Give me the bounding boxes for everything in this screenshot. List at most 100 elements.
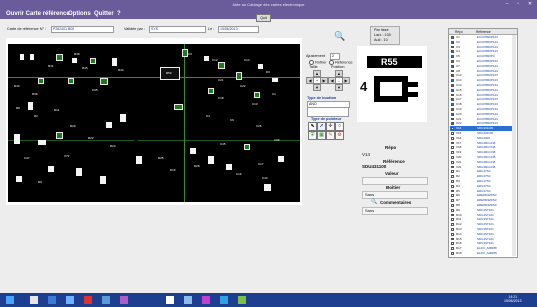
- menu-quit[interactable]: Quitter: [94, 11, 114, 17]
- quit-button[interactable]: Quit: [256, 14, 271, 22]
- taskbar-app-icon[interactable]: [102, 296, 110, 304]
- row-checkbox[interactable]: [451, 223, 454, 226]
- menu-help[interactable]: ?: [117, 11, 121, 17]
- component-list[interactable]: Répo Référence C1 ECCP8R0P123 C2 ECCP8R0P12…: [448, 28, 518, 258]
- position-down-button[interactable]: ▼: [335, 84, 343, 91]
- list-scrollbar[interactable]: [512, 35, 516, 256]
- row-checkbox[interactable]: [451, 256, 454, 257]
- boitier-field[interactable]: Sans: [362, 191, 428, 199]
- taskbar-app-icon[interactable]: [120, 296, 128, 304]
- row-checkbox[interactable]: [451, 204, 454, 207]
- pencil-icon[interactable]: ✎: [326, 131, 335, 140]
- row-checkbox[interactable]: [451, 218, 454, 222]
- adjust-value[interactable]: 2: [330, 53, 340, 60]
- gear-icon[interactable]: ⚙: [335, 131, 344, 140]
- row-checkbox[interactable]: [451, 160, 454, 164]
- row-checkbox[interactable]: [451, 146, 454, 150]
- column-reference[interactable]: Référence: [476, 30, 491, 34]
- row-checkbox[interactable]: [451, 175, 454, 178]
- taskbar-app-icon[interactable]: [220, 296, 228, 304]
- taskbar-app-icon[interactable]: [202, 296, 210, 304]
- row-checkbox[interactable]: [451, 228, 454, 231]
- taskbar-app-icon[interactable]: [66, 296, 74, 304]
- zoom-out-button[interactable]: –: [335, 77, 343, 84]
- column-repo[interactable]: Répo: [455, 30, 463, 34]
- row-checkbox[interactable]: [451, 208, 454, 212]
- row-checkbox[interactable]: [451, 199, 454, 202]
- row-checkbox[interactable]: [451, 122, 454, 126]
- row-checkbox[interactable]: [451, 112, 454, 116]
- row-checkbox[interactable]: [451, 151, 454, 154]
- search-icon[interactable]: 🔍: [371, 199, 377, 205]
- comment-field[interactable]: Sans: [362, 207, 428, 215]
- minimize-button[interactable]: –: [502, 1, 512, 8]
- row-checkbox[interactable]: [451, 156, 454, 159]
- row-checkbox[interactable]: [451, 132, 454, 135]
- start-icon[interactable]: [6, 296, 14, 304]
- row-checkbox[interactable]: [451, 69, 454, 73]
- position-right-button[interactable]: ▶: [342, 77, 350, 84]
- maximize-button[interactable]: ▫: [513, 1, 523, 8]
- taskbar-app-icon[interactable]: [184, 296, 192, 304]
- menu-options[interactable]: Options: [68, 11, 91, 17]
- size-up-button[interactable]: ▲: [313, 70, 321, 77]
- row-checkbox[interactable]: [451, 60, 454, 63]
- row-checkbox[interactable]: [451, 170, 454, 174]
- size-right-button[interactable]: ▶: [320, 77, 328, 84]
- pointer-arrow-icon[interactable]: ➚: [317, 122, 326, 131]
- row-checkbox[interactable]: [451, 165, 454, 169]
- menu-open-reference[interactable]: Ouvrir Carte référence: [6, 11, 70, 17]
- grid-icon[interactable]: ▦: [317, 131, 326, 140]
- row-checkbox[interactable]: [451, 36, 454, 39]
- row-checkbox[interactable]: [451, 45, 454, 49]
- board-label: C21: [218, 78, 224, 82]
- row-checkbox[interactable]: [451, 40, 454, 44]
- position-up-button[interactable]: ▲: [335, 70, 343, 77]
- close-button[interactable]: ✕: [525, 1, 535, 8]
- valeur-field[interactable]: [362, 177, 428, 185]
- row-checkbox[interactable]: [451, 98, 454, 102]
- date-field[interactable]: 15/06/2013: [218, 26, 259, 33]
- board-label: R44: [118, 68, 124, 72]
- pointer-circle-icon[interactable]: ○: [335, 122, 344, 131]
- search-icon[interactable]: 🔍: [334, 31, 346, 43]
- row-checkbox[interactable]: [451, 242, 454, 246]
- row-checkbox[interactable]: [451, 141, 454, 145]
- row-checkbox[interactable]: [451, 252, 454, 255]
- shield-icon[interactable]: ⛨: [308, 131, 317, 140]
- row-checkbox[interactable]: [451, 103, 454, 106]
- row-checkbox[interactable]: [451, 88, 454, 92]
- row-checkbox[interactable]: [451, 136, 454, 140]
- taskbar-app-icon[interactable]: [30, 296, 38, 304]
- row-checkbox[interactable]: [451, 180, 454, 183]
- pointer-cross-icon[interactable]: ✛: [326, 122, 335, 131]
- row-checkbox[interactable]: [451, 117, 454, 121]
- zoom-in-button[interactable]: +: [313, 77, 321, 84]
- board-view[interactable]: R50 C3 C12 R48 R45 R41 R44 C14 D3 R40 R3…: [8, 44, 300, 202]
- taskbar-app-icon[interactable]: [238, 296, 246, 304]
- taskbar-app-icon[interactable]: [166, 296, 174, 304]
- row-checkbox[interactable]: [451, 237, 454, 241]
- row-checkbox[interactable]: [451, 74, 454, 78]
- pointer-tool-icon[interactable]: ⬉: [308, 122, 317, 131]
- row-checkbox[interactable]: [451, 247, 454, 250]
- row-checkbox[interactable]: [451, 84, 454, 87]
- size-down-button[interactable]: ▼: [313, 84, 321, 91]
- row-checkbox[interactable]: [451, 184, 454, 188]
- row-checkbox[interactable]: [451, 232, 454, 236]
- row-checkbox[interactable]: [451, 55, 454, 58]
- row-checkbox[interactable]: [451, 108, 454, 111]
- ref-field[interactable]: P262401 B00: [51, 26, 114, 33]
- row-checkbox[interactable]: [451, 50, 454, 54]
- row-checkbox[interactable]: [451, 213, 454, 217]
- row-checkbox[interactable]: [451, 194, 454, 198]
- validation-field[interactable]: SYS: [149, 26, 206, 33]
- row-checkbox[interactable]: [451, 79, 454, 82]
- row-checkbox[interactable]: [451, 64, 454, 68]
- row-checkbox[interactable]: [451, 127, 454, 130]
- list-row[interactable]: R19 ERCS8R100: [450, 256, 516, 257]
- row-checkbox[interactable]: [451, 189, 454, 193]
- row-checkbox[interactable]: [451, 93, 454, 97]
- taskbar-app-icon[interactable]: [84, 296, 92, 304]
- taskbar-app-icon[interactable]: [48, 296, 56, 304]
